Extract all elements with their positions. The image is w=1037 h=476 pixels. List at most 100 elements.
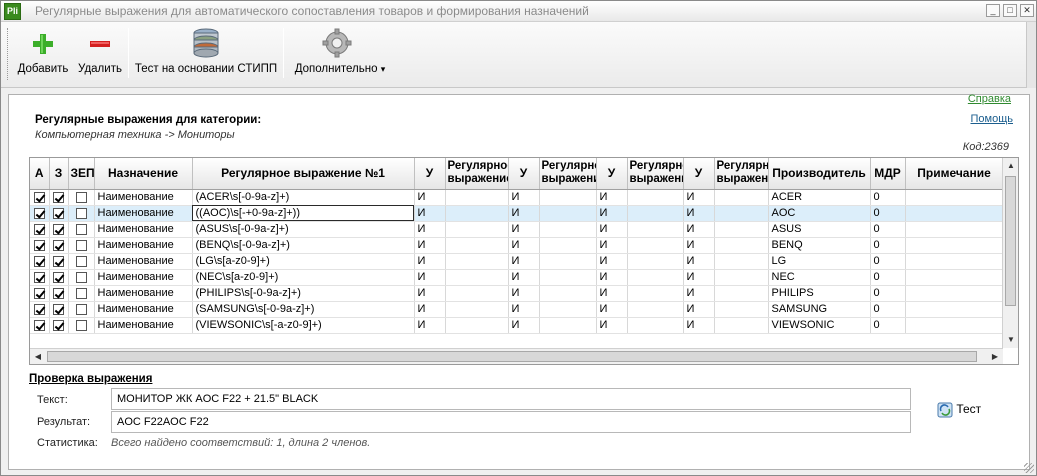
cell-u3[interactable]: И <box>596 189 628 206</box>
toolbar-scrollbar[interactable] <box>1026 22 1036 88</box>
horizontal-scroll-thumb[interactable] <box>47 351 977 362</box>
cell-note[interactable] <box>905 253 1004 270</box>
col-header-mdr[interactable]: МДР <box>870 158 906 190</box>
cell-a[interactable] <box>30 221 50 238</box>
table-row[interactable]: Наименование (BENQ\s[-0-9a-z]+) И И И И BENQ 0 <box>30 237 1004 254</box>
cell-a[interactable] <box>30 253 50 270</box>
cell-a[interactable] <box>30 269 50 286</box>
cell-purpose[interactable]: Наименование <box>94 189 193 206</box>
cell-manufacturer[interactable]: ACER <box>768 189 871 206</box>
cell-regex3[interactable] <box>539 205 597 222</box>
minimize-button[interactable]: _ <box>986 4 1000 17</box>
grid-horizontal-scrollbar[interactable]: ◀ ▶ <box>30 348 1003 364</box>
cell-note[interactable] <box>905 189 1004 206</box>
cell-regex1[interactable]: (NEC\s[a-z0-9]+) <box>192 269 415 286</box>
cell-purpose[interactable]: Наименование <box>94 205 193 222</box>
cell-note[interactable] <box>905 317 1004 334</box>
cell-regex5[interactable] <box>714 317 769 334</box>
table-row[interactable]: Наименование (ASUS\s[-0-9a-z]+) И И И И ASUS 0 <box>30 221 1004 238</box>
col-header-regex1[interactable]: Регулярное выражение №1 <box>192 158 415 190</box>
cell-purpose[interactable]: Наименование <box>94 237 193 254</box>
cell-zep[interactable] <box>68 317 95 334</box>
cell-note[interactable] <box>905 269 1004 286</box>
scroll-left-arrow[interactable]: ◀ <box>30 349 46 364</box>
zep-checkbox[interactable] <box>75 319 87 331</box>
cell-z[interactable] <box>49 317 69 334</box>
resize-grip[interactable] <box>1024 463 1034 473</box>
cell-regex3[interactable] <box>539 269 597 286</box>
cell-mdr[interactable]: 0 <box>870 269 906 286</box>
a-checkbox[interactable] <box>33 303 45 315</box>
col-header-u1[interactable]: У <box>414 158 446 190</box>
cell-purpose[interactable]: Наименование <box>94 301 193 318</box>
z-checkbox[interactable] <box>53 271 64 283</box>
cell-u3[interactable]: И <box>596 205 628 222</box>
cell-u1[interactable]: И <box>414 301 446 318</box>
regex-grid[interactable]: А З ЗЕП Назначение Регулярное выражение … <box>29 157 1019 365</box>
cell-u1[interactable]: И <box>414 253 446 270</box>
cell-z[interactable] <box>49 189 69 206</box>
table-row[interactable]: Наименование (PHILIPS\s[-0-9a-z]+) И И И И PHI… <box>30 285 1004 302</box>
cell-regex4[interactable] <box>627 237 684 254</box>
z-checkbox[interactable] <box>53 223 64 235</box>
cell-manufacturer[interactable]: BENQ <box>768 237 871 254</box>
a-checkbox[interactable] <box>33 191 45 203</box>
col-header-z[interactable]: З <box>49 158 69 190</box>
col-header-zep[interactable]: ЗЕП <box>68 158 95 190</box>
cell-regex4[interactable] <box>627 269 684 286</box>
cell-purpose[interactable]: Наименование <box>94 285 193 302</box>
cell-regex2[interactable] <box>445 189 509 206</box>
col-header-purpose[interactable]: Назначение <box>94 158 193 190</box>
cell-z[interactable] <box>49 237 69 254</box>
cell-u2[interactable]: И <box>508 317 540 334</box>
cell-manufacturer[interactable]: AOC <box>768 205 871 222</box>
cell-manufacturer[interactable]: PHILIPS <box>768 285 871 302</box>
a-checkbox[interactable] <box>33 271 45 283</box>
scroll-down-arrow[interactable]: ▼ <box>1003 332 1018 348</box>
cell-regex4[interactable] <box>627 301 684 318</box>
cell-regex1[interactable]: (ASUS\s[-0-9a-z]+) <box>192 221 415 238</box>
grid-vertical-scrollbar[interactable]: ▲ ▼ <box>1002 158 1018 348</box>
cell-mdr[interactable]: 0 <box>870 221 906 238</box>
result-field[interactable]: AOC F22AOC F22 <box>111 411 911 433</box>
cell-u4[interactable]: И <box>683 317 715 334</box>
cell-note[interactable] <box>905 301 1004 318</box>
cell-u4[interactable]: И <box>683 301 715 318</box>
cell-u4[interactable]: И <box>683 285 715 302</box>
cell-regex1[interactable]: (SAMSUNG\s[-0-9a-z]+) <box>192 301 415 318</box>
col-header-regex3[interactable]: Регулярное выражение <box>539 158 597 190</box>
cell-a[interactable] <box>30 205 50 222</box>
cell-regex4[interactable] <box>627 221 684 238</box>
cell-a[interactable] <box>30 285 50 302</box>
cell-purpose[interactable]: Наименование <box>94 253 193 270</box>
cell-purpose[interactable]: Наименование <box>94 317 193 334</box>
vertical-scroll-thumb[interactable] <box>1005 176 1016 306</box>
cell-z[interactable] <box>49 221 69 238</box>
table-row[interactable]: Наименование (NEC\s[a-z0-9]+) И И И И NEC 0 <box>30 269 1004 286</box>
cell-note[interactable] <box>905 285 1004 302</box>
cell-regex2[interactable] <box>445 253 509 270</box>
cell-regex4[interactable] <box>627 285 684 302</box>
cell-regex4[interactable] <box>627 317 684 334</box>
cell-u2[interactable]: И <box>508 237 540 254</box>
cell-note[interactable] <box>905 221 1004 238</box>
a-checkbox[interactable] <box>33 223 45 235</box>
cell-regex5[interactable] <box>714 301 769 318</box>
cell-regex3[interactable] <box>539 253 597 270</box>
cell-u4[interactable]: И <box>683 253 715 270</box>
col-header-u3[interactable]: У <box>596 158 628 190</box>
cell-u3[interactable]: И <box>596 301 628 318</box>
table-row[interactable]: Наименование (SAMSUNG\s[-0-9a-z]+) И И И И SAM… <box>30 301 1004 318</box>
cell-regex1[interactable]: ((AOC)\s[-+0-9a-z]+)) <box>192 205 415 222</box>
text-field[interactable]: МОНИТОР ЖК AOC F22 + 21.5" BLACK <box>111 388 911 410</box>
cell-zep[interactable] <box>68 221 95 238</box>
col-header-regex2[interactable]: Регулярное выражение <box>445 158 509 190</box>
help-link-secondary[interactable]: Помощь <box>971 113 1014 125</box>
cell-note[interactable] <box>905 237 1004 254</box>
cell-regex4[interactable] <box>627 253 684 270</box>
cell-zep[interactable] <box>68 205 95 222</box>
cell-u2[interactable]: И <box>508 285 540 302</box>
cell-u3[interactable]: И <box>596 317 628 334</box>
zep-checkbox[interactable] <box>75 287 87 299</box>
z-checkbox[interactable] <box>53 191 64 203</box>
